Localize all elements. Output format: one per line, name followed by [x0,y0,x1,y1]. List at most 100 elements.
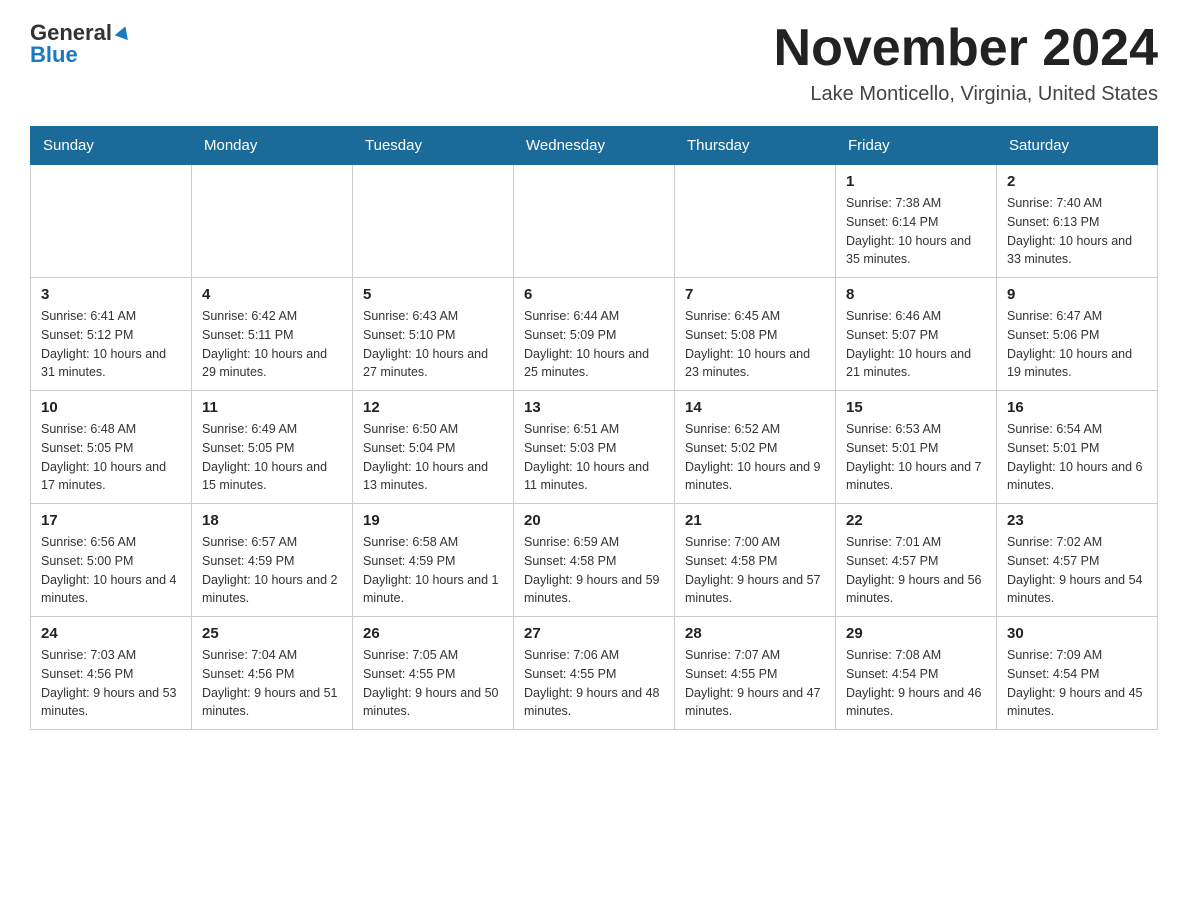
day-number: 19 [363,512,503,529]
calendar-cell: 3 Sunrise: 6:41 AM Sunset: 5:12 PM Daylig… [31,278,192,391]
day-number: 27 [524,625,664,642]
calendar-cell: 16 Sunrise: 6:54 AM Sunset: 5:01 PM Dayli… [997,391,1158,504]
day-info: Sunrise: 6:54 AM Sunset: 5:01 PM Dayligh… [1007,420,1147,495]
day-number: 17 [41,512,181,529]
day-number: 22 [846,512,986,529]
day-info: Sunrise: 6:50 AM Sunset: 5:04 PM Dayligh… [363,420,503,495]
calendar-cell [192,165,353,278]
day-of-week-header: Friday [836,127,997,165]
day-info: Sunrise: 6:44 AM Sunset: 5:09 PM Dayligh… [524,307,664,382]
day-of-week-header: Wednesday [514,127,675,165]
day-number: 6 [524,286,664,303]
calendar-cell: 24 Sunrise: 7:03 AM Sunset: 4:56 PM Dayli… [31,617,192,730]
calendar-table: SundayMondayTuesdayWednesdayThursdayFrid… [30,126,1158,730]
day-number: 15 [846,399,986,416]
calendar-cell: 30 Sunrise: 7:09 AM Sunset: 4:54 PM Dayli… [997,617,1158,730]
day-info: Sunrise: 6:52 AM Sunset: 5:02 PM Dayligh… [685,420,825,495]
day-info: Sunrise: 6:58 AM Sunset: 4:59 PM Dayligh… [363,533,503,608]
calendar-cell: 4Sunrise: 6:42 AM Sunset: 5:11 PM Daylig… [192,278,353,391]
calendar-week-row: 3 Sunrise: 6:41 AM Sunset: 5:12 PM Daylig… [31,278,1158,391]
day-number: 20 [524,512,664,529]
calendar-cell: 19 Sunrise: 6:58 AM Sunset: 4:59 PM Dayli… [353,504,514,617]
logo-arrow-icon [114,24,132,42]
day-of-week-header: Monday [192,127,353,165]
day-info: Sunrise: 7:08 AM Sunset: 4:54 PM Dayligh… [846,646,986,721]
day-info: Sunrise: 7:38 AM Sunset: 6:14 PM Dayligh… [846,194,986,269]
day-number: 28 [685,625,825,642]
day-info: Sunrise: 7:40 AM Sunset: 6:13 PM Dayligh… [1007,194,1147,269]
day-number: 1 [846,173,986,190]
day-number: 14 [685,399,825,416]
day-info: Sunrise: 7:02 AM Sunset: 4:57 PM Dayligh… [1007,533,1147,608]
calendar-cell [514,165,675,278]
day-number: 3 [41,286,181,303]
calendar-cell: 17 Sunrise: 6:56 AM Sunset: 5:00 PM Dayli… [31,504,192,617]
day-number: 29 [846,625,986,642]
calendar-cell: 11Sunrise: 6:49 AM Sunset: 5:05 PM Dayli… [192,391,353,504]
day-info: Sunrise: 6:45 AM Sunset: 5:08 PM Dayligh… [685,307,825,382]
calendar-cell: 10 Sunrise: 6:48 AM Sunset: 5:05 PM Dayli… [31,391,192,504]
day-info: Sunrise: 6:57 AM Sunset: 4:59 PM Dayligh… [202,533,342,608]
calendar-cell: 28 Sunrise: 7:07 AM Sunset: 4:55 PM Dayli… [675,617,836,730]
day-number: 13 [524,399,664,416]
page-header: General Blue November 2024 Lake Monticel… [30,20,1158,106]
day-number: 8 [846,286,986,303]
day-info: Sunrise: 7:01 AM Sunset: 4:57 PM Dayligh… [846,533,986,608]
day-number: 26 [363,625,503,642]
calendar-cell: 5Sunrise: 6:43 AM Sunset: 5:10 PM Daylig… [353,278,514,391]
day-number: 12 [363,399,503,416]
day-number: 10 [41,399,181,416]
day-info: Sunrise: 6:46 AM Sunset: 5:07 PM Dayligh… [846,307,986,382]
month-title: November 2024 [774,20,1158,77]
calendar-cell: 8 Sunrise: 6:46 AM Sunset: 5:07 PM Daylig… [836,278,997,391]
calendar-cell: 13Sunrise: 6:51 AM Sunset: 5:03 PM Dayli… [514,391,675,504]
day-info: Sunrise: 7:09 AM Sunset: 4:54 PM Dayligh… [1007,646,1147,721]
day-of-week-header: Tuesday [353,127,514,165]
day-info: Sunrise: 6:47 AM Sunset: 5:06 PM Dayligh… [1007,307,1147,382]
day-number: 7 [685,286,825,303]
day-info: Sunrise: 7:07 AM Sunset: 4:55 PM Dayligh… [685,646,825,721]
calendar-cell: 27 Sunrise: 7:06 AM Sunset: 4:55 PM Dayli… [514,617,675,730]
day-info: Sunrise: 7:05 AM Sunset: 4:55 PM Dayligh… [363,646,503,721]
day-of-week-header: Thursday [675,127,836,165]
day-number: 4 [202,286,342,303]
calendar-cell: 14 Sunrise: 6:52 AM Sunset: 5:02 PM Dayli… [675,391,836,504]
day-info: Sunrise: 6:48 AM Sunset: 5:05 PM Dayligh… [41,420,181,495]
day-number: 23 [1007,512,1147,529]
location-text: Lake Monticello, Virginia, United States [774,83,1158,106]
calendar-cell: 25 Sunrise: 7:04 AM Sunset: 4:56 PM Dayli… [192,617,353,730]
day-number: 30 [1007,625,1147,642]
calendar-cell [675,165,836,278]
calendar-week-row: 17 Sunrise: 6:56 AM Sunset: 5:00 PM Dayli… [31,504,1158,617]
calendar-week-row: 1 Sunrise: 7:38 AM Sunset: 6:14 PM Daylig… [31,165,1158,278]
day-number: 25 [202,625,342,642]
day-info: Sunrise: 6:59 AM Sunset: 4:58 PM Dayligh… [524,533,664,608]
calendar-cell: 12 Sunrise: 6:50 AM Sunset: 5:04 PM Dayli… [353,391,514,504]
day-number: 5 [363,286,503,303]
calendar-cell: 6 Sunrise: 6:44 AM Sunset: 5:09 PM Daylig… [514,278,675,391]
day-info: Sunrise: 6:41 AM Sunset: 5:12 PM Dayligh… [41,307,181,382]
calendar-cell: 9Sunrise: 6:47 AM Sunset: 5:06 PM Daylig… [997,278,1158,391]
day-info: Sunrise: 6:56 AM Sunset: 5:00 PM Dayligh… [41,533,181,608]
day-number: 2 [1007,173,1147,190]
calendar-cell: 26 Sunrise: 7:05 AM Sunset: 4:55 PM Dayli… [353,617,514,730]
calendar-cell: 20 Sunrise: 6:59 AM Sunset: 4:58 PM Dayli… [514,504,675,617]
logo-blue-text: Blue [30,42,78,67]
day-of-week-header: Saturday [997,127,1158,165]
day-number: 24 [41,625,181,642]
calendar-cell: 2 Sunrise: 7:40 AM Sunset: 6:13 PM Daylig… [997,165,1158,278]
day-number: 18 [202,512,342,529]
logo: General Blue [30,20,132,68]
calendar-cell: 23 Sunrise: 7:02 AM Sunset: 4:57 PM Dayli… [997,504,1158,617]
day-info: Sunrise: 7:04 AM Sunset: 4:56 PM Dayligh… [202,646,342,721]
day-of-week-header: Sunday [31,127,192,165]
day-info: Sunrise: 6:53 AM Sunset: 5:01 PM Dayligh… [846,420,986,495]
calendar-cell: 1 Sunrise: 7:38 AM Sunset: 6:14 PM Daylig… [836,165,997,278]
day-number: 16 [1007,399,1147,416]
calendar-week-row: 24 Sunrise: 7:03 AM Sunset: 4:56 PM Dayli… [31,617,1158,730]
title-section: November 2024 Lake Monticello, Virginia,… [774,20,1158,106]
day-info: Sunrise: 7:03 AM Sunset: 4:56 PM Dayligh… [41,646,181,721]
calendar-cell: 21Sunrise: 7:00 AM Sunset: 4:58 PM Dayli… [675,504,836,617]
calendar-cell: 18 Sunrise: 6:57 AM Sunset: 4:59 PM Dayli… [192,504,353,617]
day-info: Sunrise: 7:06 AM Sunset: 4:55 PM Dayligh… [524,646,664,721]
